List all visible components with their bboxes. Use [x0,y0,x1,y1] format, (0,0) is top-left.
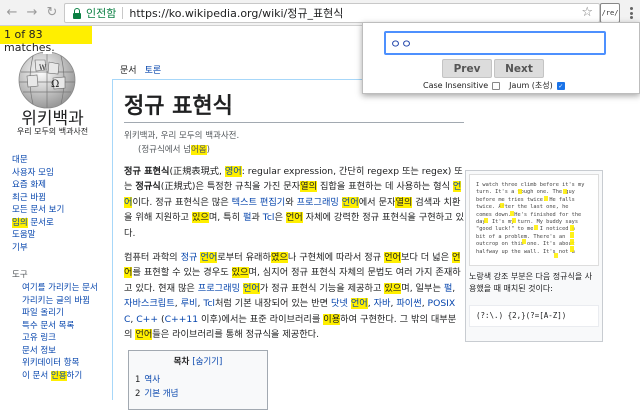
tool-special-pages[interactable]: 특수 문서 목록 [22,320,108,333]
sidebar-item-current-events[interactable]: 요즘 화제 [12,179,108,192]
sidebar-navigation: 대문 사용자 모임 요즘 화제 최근 바뀜 모든 문서 보기 임의 문서로 도움… [12,154,108,254]
sidebar-item-donate[interactable]: 기부 [12,242,108,255]
article-thumbnail: I watch three climb before it's my turn.… [465,170,603,342]
logo-subtitle: 우리 모두의 백과사전 [16,127,89,136]
lock-icon [70,7,84,19]
tool-wikidata-item[interactable]: 위키데이터 항목 [22,357,108,370]
secure-label: 인전함 [86,7,117,20]
toc-item[interactable]: 2 기본 개념 [135,387,261,401]
redirect-note: (정규식에서 넘어옴) [138,145,210,155]
regex-example: (?:\.) {2,}(?=[A-Z]) [469,305,599,327]
match-highlights [484,189,574,258]
find-options: Case Insensitive Jaum (초성) ✓ [423,80,565,91]
tool-upload-file[interactable]: 파일 올리기 [22,307,108,320]
svg-text:Ω: Ω [51,79,59,90]
browser-menu-icon[interactable] [624,5,638,21]
page-tabs: 문서 토론 [116,60,165,78]
case-insensitive-checkbox[interactable] [492,81,501,90]
next-button[interactable]: Next [494,59,544,78]
article-paragraph-1: 정규 표현식(正規表現式, 영어: regular expression, 간단… [124,166,464,239]
thumbnail-caption: 노랑색 강조 부분은 다음 정규식을 사용했을 때 매치된 것이다: [469,272,593,293]
toc-item[interactable]: 1 역사 [135,373,261,387]
tool-permanent-link[interactable]: 고유 링크 [22,332,108,345]
tab-talk[interactable]: 토론 [141,60,166,78]
jaum-checkbox[interactable]: ✓ [556,81,565,90]
sidebar-item-all-pages[interactable]: 모든 문서 보기 [12,204,108,217]
jaum-label: Jaum (초성) [509,81,553,90]
site-subtitle: 위키백과, 우리 모두의 백과사전. [124,131,240,141]
find-input[interactable] [384,31,606,55]
tool-what-links-here[interactable]: 여기를 가리키는 문서 [22,282,108,295]
sidebar-tools: 여기를 가리키는 문서 가리키는 글의 바뀜 파일 올리기 특수 문서 목록 고… [22,282,108,382]
wikipedia-globe-logo[interactable]: Ω W [15,46,79,110]
content-border [112,79,113,400]
sidebar-item-main-page[interactable]: 대문 [12,154,108,167]
prev-button[interactable]: Prev [442,59,492,78]
article-paragraph-2: 컴퓨터 과학의 정규 언어로부터 유래하였으나 구현체에 따라서 정규 언어보다… [124,252,461,341]
page-title: 정규 표현식 [124,92,464,123]
back-arrow-icon[interactable]: ← [2,3,22,23]
regex-extension-button[interactable]: /re/ [600,3,620,23]
sidebar-item-help[interactable]: 도움말 [12,229,108,242]
toc-title: 목차 [숨기기] [173,357,223,367]
address-separator [122,7,124,19]
case-insensitive-label: Case Insensitive [423,81,489,90]
tool-page-info[interactable]: 문서 정보 [22,345,108,358]
star-icon[interactable]: ☆ [581,5,593,20]
tab-article[interactable]: 문서 [116,60,141,78]
match-count-badge: 1 of 83 matches. [0,26,92,54]
sidebar-item-recent-changes[interactable]: 최근 바뀜 [12,192,108,205]
forward-arrow-icon[interactable]: → [22,3,42,23]
table-of-contents: 목차 [숨기기] 1 역사 2 기본 개념 [128,350,268,410]
toc-toggle[interactable]: [숨기기] [192,357,222,367]
regex-find-popup: Prev Next Case Insensitive Jaum (초성) ✓ [362,22,640,94]
sidebar-item-random[interactable]: 임의 문서로 [12,217,108,230]
tools-heading[interactable]: 도구 [12,268,28,280]
reload-icon[interactable]: ↻ [42,3,62,23]
url-text[interactable]: https://ko.wikipedia.org/wiki/정규_표현식 [129,5,343,21]
sidebar-item-community[interactable]: 사용자 모임 [12,167,108,180]
svg-text:W: W [39,64,47,72]
address-bar[interactable]: 인전함 https://ko.wikipedia.org/wiki/정규_표현식… [64,3,600,23]
regex-example-image[interactable]: I watch three climb before it's my turn.… [469,174,599,266]
tool-cite-page[interactable]: 이 문서 인용하기 [22,370,108,383]
article-content: 정규 표현식 위키백과, 우리 모두의 백과사전. (정규식에서 넘어옴) 정규… [124,92,464,342]
tool-related-changes[interactable]: 가리키는 글의 바뀜 [22,295,108,308]
